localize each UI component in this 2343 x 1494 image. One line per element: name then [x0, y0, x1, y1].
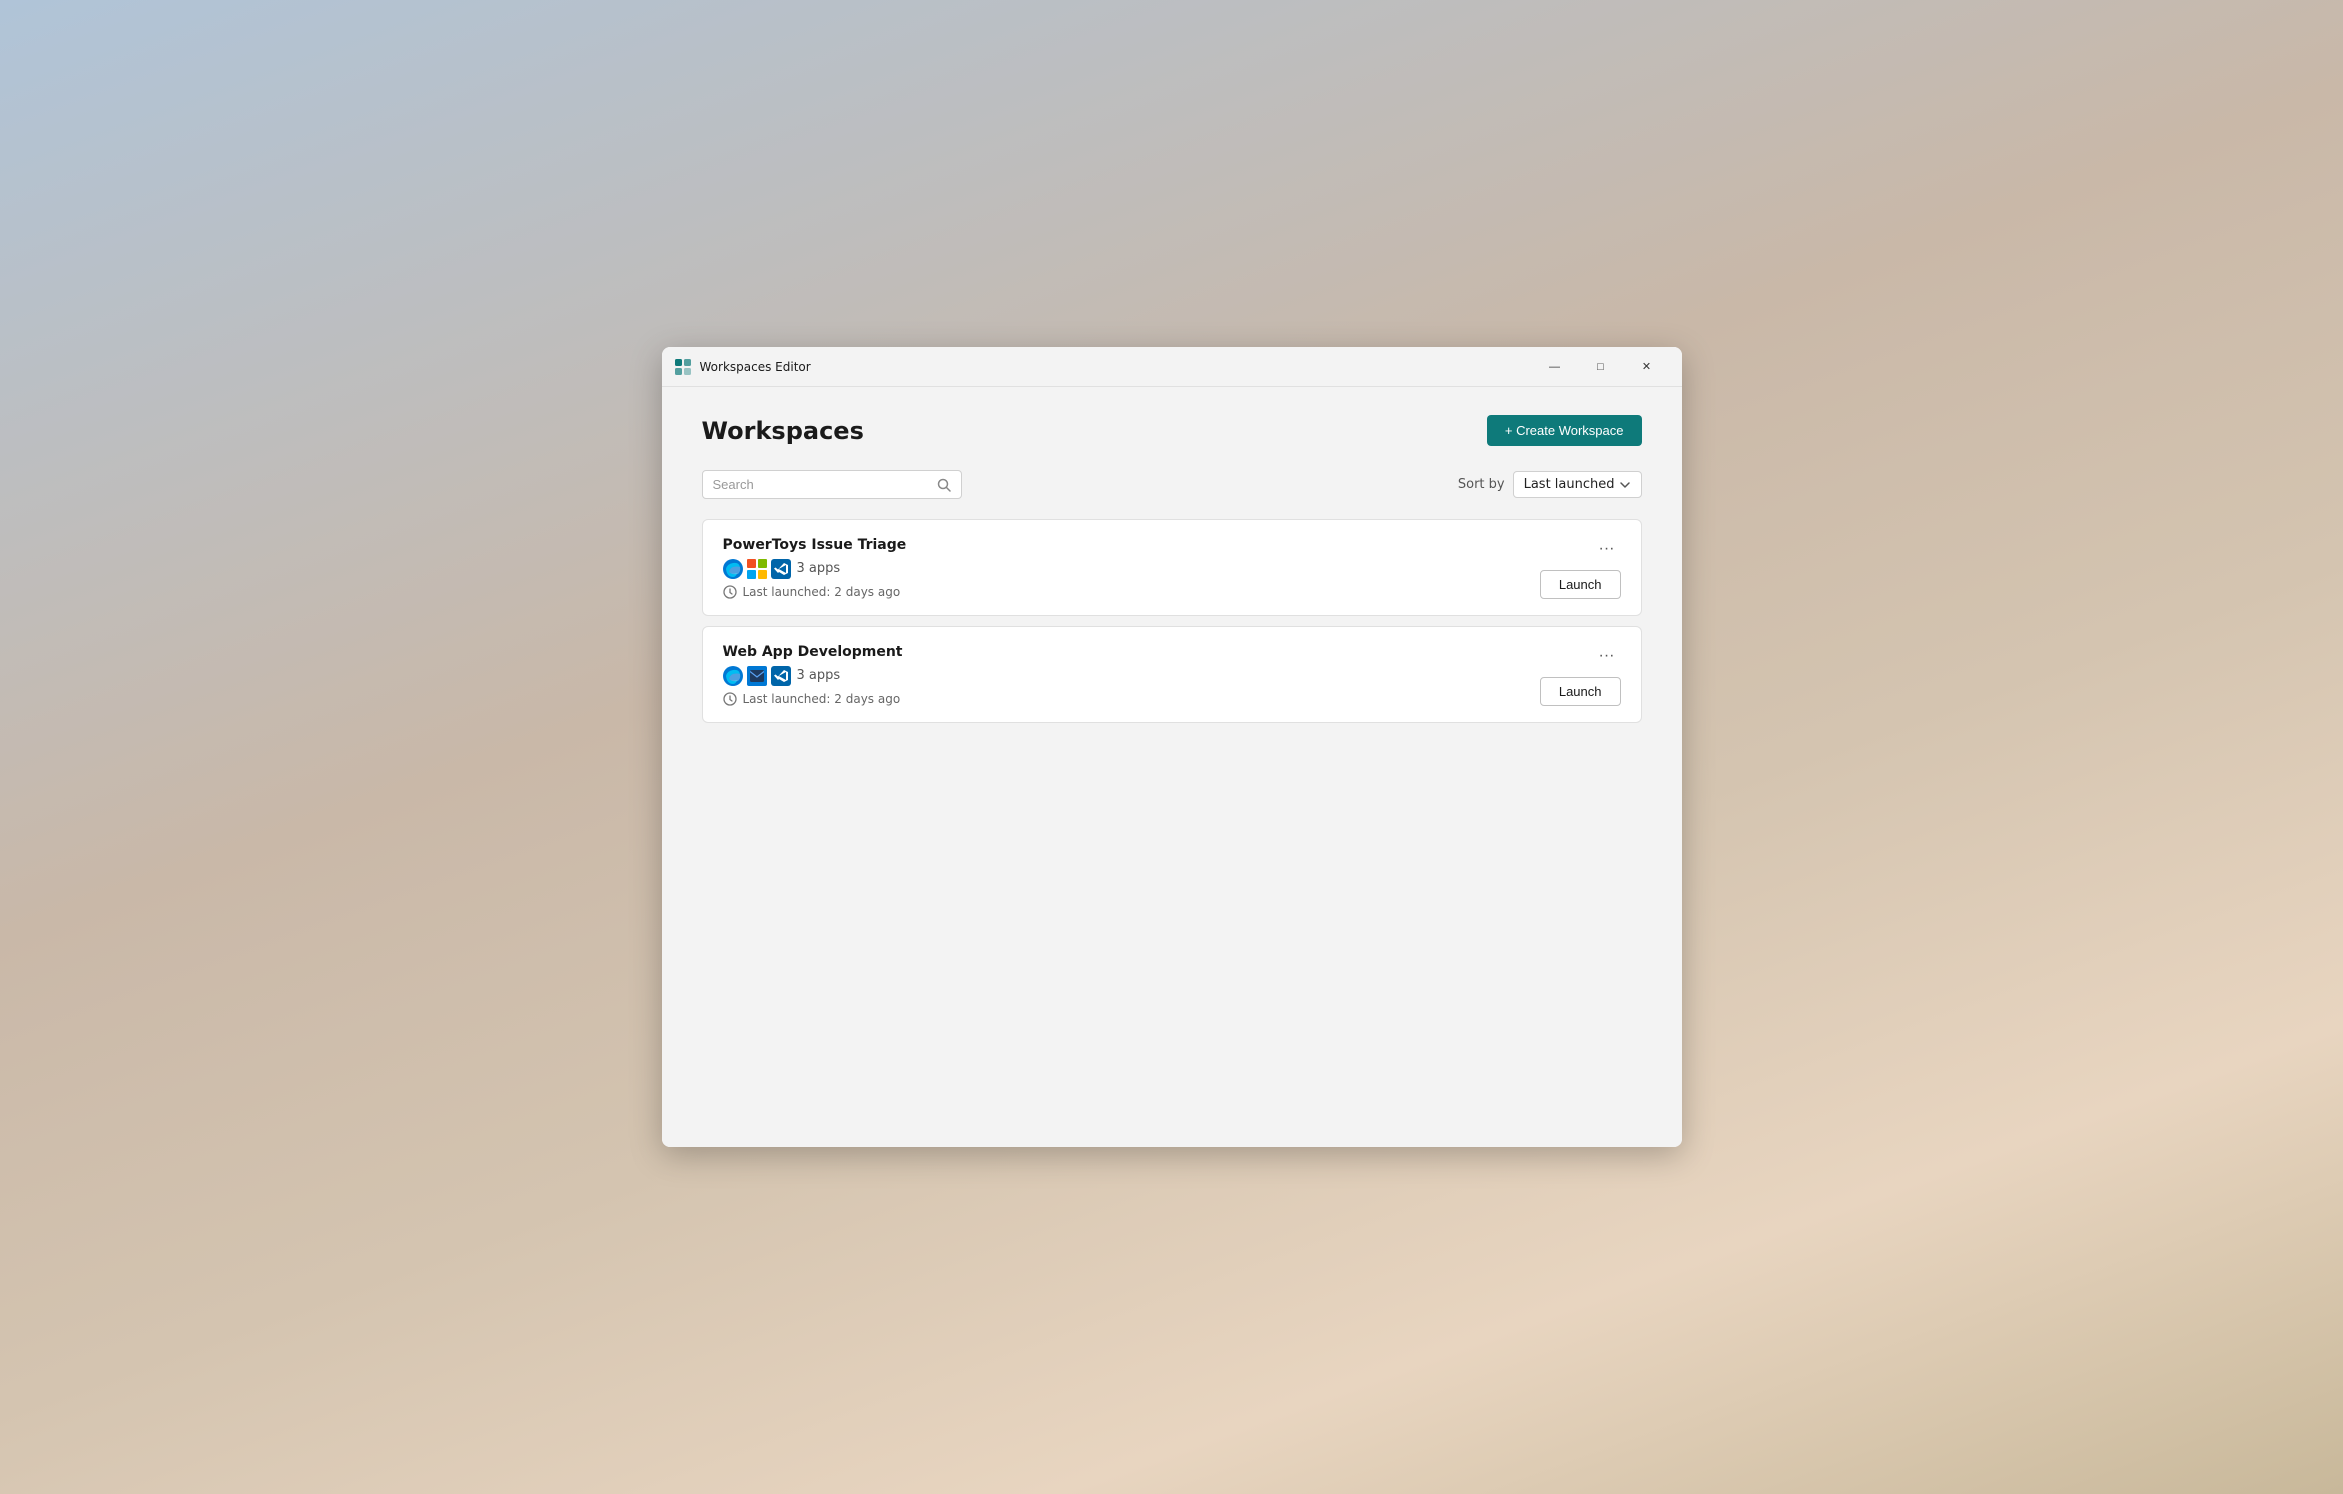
vscode-icon [771, 666, 791, 686]
workspace-meta: Last launched: 2 days ago [723, 692, 1540, 706]
sort-dropdown[interactable]: Last launched [1513, 471, 1642, 498]
page-header: Workspaces + Create Workspace [702, 415, 1642, 446]
search-box[interactable] [702, 470, 962, 499]
chevron-down-icon [1619, 479, 1631, 491]
sort-label: Sort by [1458, 477, 1505, 492]
search-input[interactable] [713, 477, 931, 492]
maximize-button[interactable]: □ [1578, 351, 1624, 383]
last-launched: Last launched: 2 days ago [743, 692, 901, 706]
workspace-meta: Last launched: 2 days ago [723, 585, 1540, 599]
sort-area: Sort by Last launched [1458, 471, 1642, 498]
close-button[interactable]: ✕ [1624, 351, 1670, 383]
page-title: Workspaces [702, 417, 864, 445]
clock-icon [723, 585, 737, 599]
workspace-info: PowerToys Issue Triage [723, 537, 1540, 599]
app-window: Workspaces Editor — □ ✕ Workspaces + Cre… [662, 347, 1682, 1147]
window-title: Workspaces Editor [700, 360, 811, 374]
clock-icon [723, 692, 737, 706]
main-content: Workspaces + Create Workspace Sort by La… [662, 387, 1682, 1147]
title-bar: Workspaces Editor — □ ✕ [662, 347, 1682, 387]
windows-icon [747, 559, 767, 579]
edge-icon [723, 559, 743, 579]
create-workspace-button[interactable]: + Create Workspace [1487, 415, 1642, 446]
apps-count: 3 apps [797, 561, 841, 576]
workspace-card: Web App Development [702, 626, 1642, 723]
title-bar-left: Workspaces Editor [674, 358, 811, 376]
mail-icon [747, 666, 767, 686]
more-options-button[interactable]: ··· [1593, 536, 1621, 562]
workspace-list: PowerToys Issue Triage [702, 519, 1642, 723]
workspace-actions: ··· Launch [1540, 536, 1621, 599]
toolbar: Sort by Last launched [702, 470, 1642, 499]
vscode-icon [771, 559, 791, 579]
window-controls: — □ ✕ [1532, 351, 1670, 383]
workspace-info: Web App Development [723, 644, 1540, 706]
edge-icon [723, 666, 743, 686]
minimize-button[interactable]: — [1532, 351, 1578, 383]
search-icon [937, 478, 951, 492]
sort-value: Last launched [1524, 477, 1615, 492]
app-icons-row [723, 666, 791, 686]
more-options-button[interactable]: ··· [1593, 643, 1621, 669]
workspace-name: PowerToys Issue Triage [723, 537, 1540, 553]
apps-count: 3 apps [797, 668, 841, 683]
workspace-apps: 3 apps [723, 559, 1540, 579]
app-icon [674, 358, 692, 376]
last-launched: Last launched: 2 days ago [743, 585, 901, 599]
workspace-card: PowerToys Issue Triage [702, 519, 1642, 616]
workspace-name: Web App Development [723, 644, 1540, 660]
launch-button[interactable]: Launch [1540, 570, 1621, 599]
launch-button[interactable]: Launch [1540, 677, 1621, 706]
app-icons-row [723, 559, 791, 579]
workspace-apps: 3 apps [723, 666, 1540, 686]
workspace-actions: ··· Launch [1540, 643, 1621, 706]
